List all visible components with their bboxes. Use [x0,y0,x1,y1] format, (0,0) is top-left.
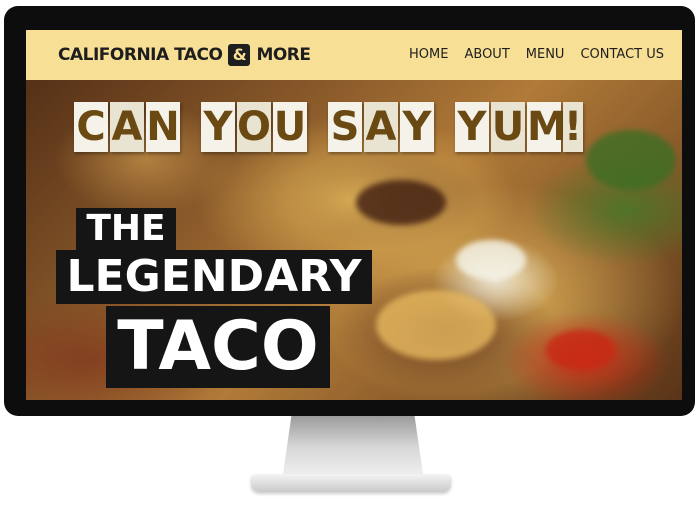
nav-link-about[interactable]: ABOUT [464,47,509,62]
cilantro-garnish [586,130,676,190]
monitor-stand-neck [283,416,423,474]
headline-letter-tile: S [328,102,362,152]
hero-headline: C A N Y O U S A Y Y U M! [74,102,595,152]
headline-word: YOU [201,102,307,152]
onion-topping [456,240,526,280]
headline-letter-tile: U [491,102,525,152]
headline-letter-tile: M [527,102,567,152]
brand-name-right: MORE [256,45,311,65]
nav-link-home[interactable]: HOME [409,47,448,62]
hero-line-the: THE [76,208,176,250]
top-navbar: CALIFORNIA TACO & MORE HOME ABOUT MENU C… [26,30,682,80]
headline-letter-tile: U [273,102,307,152]
headline-letter-tile: Y [400,102,434,152]
monitor-stand-base [251,474,451,492]
headline-letter-tile: ! [563,102,583,152]
brand-logo[interactable]: CALIFORNIA TACO & MORE [58,44,311,66]
tomato-topping [546,330,616,370]
nav-links: HOME ABOUT MENU CONTACT US [409,47,664,62]
headline-letter-tile: N [146,102,180,152]
website-screen: CALIFORNIA TACO & MORE HOME ABOUT MENU C… [26,30,682,400]
hero-line-taco: TACO [106,306,330,388]
monitor-frame: CALIFORNIA TACO & MORE HOME ABOUT MENU C… [4,6,695,416]
brand-name-left: CALIFORNIA TACO [58,45,223,65]
headline-letter-tile: Y [201,102,235,152]
headline-letter-tile: C [74,102,108,152]
hero-line-legendary: LEGENDARY [56,250,372,304]
ampersand-badge: & [228,44,251,66]
headline-letter-tile: A [110,102,144,152]
headline-letter-tile: O [237,102,272,152]
headline-letter-tile: Y [455,102,489,152]
headline-word: SAY [328,102,434,152]
grilled-meat [356,180,446,225]
headline-word: Y U M! [455,102,583,152]
headline-word: CAN [74,102,180,152]
headline-letter-tile: A [364,102,398,152]
tortilla-shell [376,290,496,360]
nav-link-contact-us[interactable]: CONTACT US [580,47,664,62]
nav-link-menu[interactable]: MENU [526,47,565,62]
